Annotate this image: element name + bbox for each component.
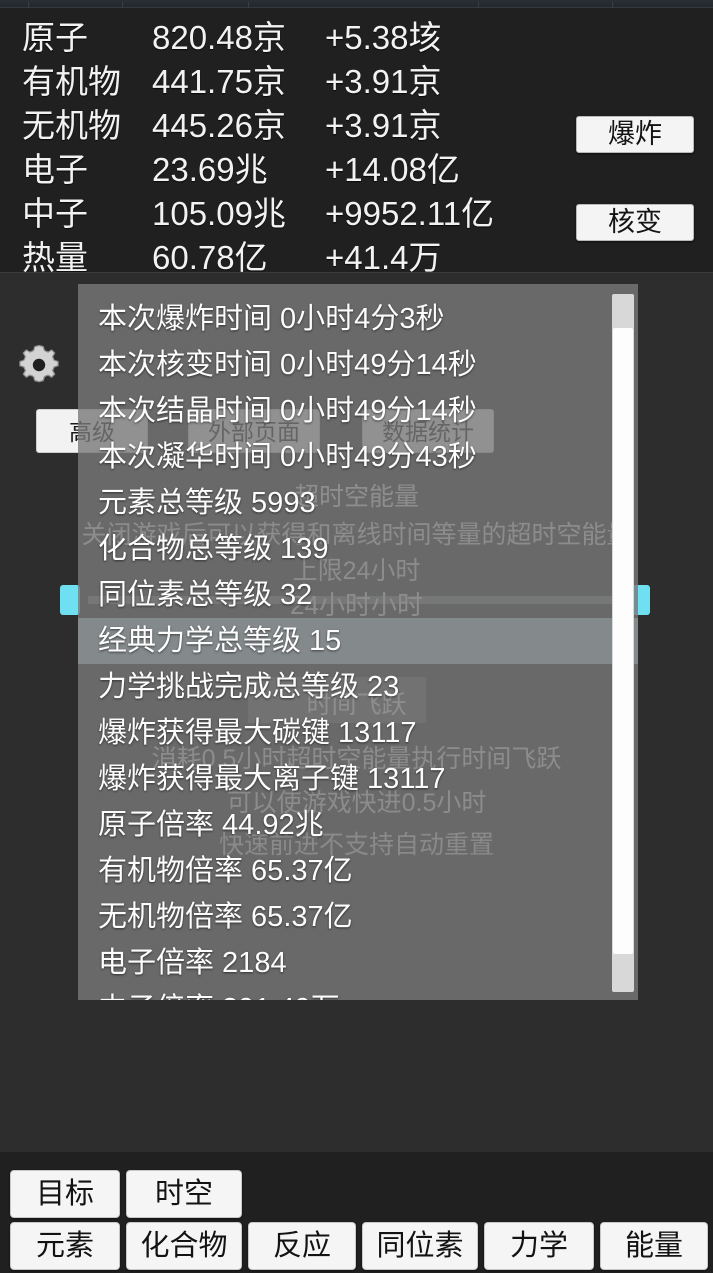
nav-primary-button-0[interactable]: 目标	[10, 1170, 120, 1218]
statistics-list-item[interactable]: 经典力学总等级 15	[78, 618, 638, 664]
popup-scrollbar-thumb[interactable]	[613, 328, 633, 954]
stat-rate: +3.91京	[325, 63, 442, 100]
stat-row: 电子 23.69兆 +14.08亿	[0, 148, 560, 192]
chrome-tick	[478, 2, 479, 8]
statistics-list-item[interactable]: 中子倍率 391.49万	[78, 986, 638, 1000]
nav-row-secondary: 元素 化合物 反应 同位素 力学 能量	[0, 1222, 713, 1270]
popup-scrollbar[interactable]	[612, 294, 634, 992]
statistics-list-item[interactable]: 同位素总等级 32	[78, 572, 638, 618]
statistics-popup: 本次爆炸时间 0小时4分3秒 本次核变时间 0小时49分14秒 本次结晶时间 0小时…	[78, 284, 638, 1000]
stat-name: 中子	[22, 195, 88, 232]
statistics-list-item[interactable]: 爆炸获得最大碳键 13117	[78, 710, 638, 756]
nav-row-primary: 目标 时空	[0, 1170, 713, 1218]
statistics-list-item[interactable]: 电子倍率 2184	[78, 940, 638, 986]
stat-row: 有机物 441.75京 +3.91京	[0, 60, 560, 104]
statistics-list-item[interactable]: 本次结晶时间 0小时49分14秒	[78, 388, 638, 434]
explode-button[interactable]: 爆炸	[576, 116, 694, 153]
nav-secondary-button-3[interactable]: 同位素	[362, 1222, 478, 1270]
stat-row: 中子 105.09兆 +9952.11亿	[0, 192, 560, 236]
browser-chrome-strip	[0, 0, 713, 8]
nav-primary-button-1[interactable]: 时空	[126, 1170, 242, 1218]
stat-rate: +5.38垓	[325, 19, 442, 56]
stat-value: 445.26京	[152, 107, 286, 144]
stat-name: 原子	[22, 19, 88, 56]
statistics-list-item[interactable]: 本次凝华时间 0小时49分43秒	[78, 434, 638, 480]
chrome-tick	[612, 2, 613, 8]
stat-value: 105.09兆	[152, 195, 286, 232]
statistics-list-item[interactable]: 爆炸获得最大离子键 13117	[78, 756, 638, 802]
stat-name: 电子	[22, 151, 88, 188]
chrome-tick	[122, 2, 123, 8]
nav-secondary-button-1[interactable]: 化合物	[126, 1222, 242, 1270]
statistics-list-item[interactable]: 力学挑战完成总等级 23	[78, 664, 638, 710]
statistics-list-item[interactable]: 元素总等级 5993	[78, 480, 638, 526]
nav-secondary-button-5[interactable]: 能量	[600, 1222, 708, 1270]
stat-name: 有机物	[22, 63, 121, 100]
nav-secondary-button-4[interactable]: 力学	[484, 1222, 594, 1270]
stat-rate: +9952.11亿	[325, 195, 495, 232]
stat-value: 441.75京	[152, 63, 286, 100]
statistics-list-item[interactable]: 化合物总等级 139	[78, 526, 638, 572]
stat-row: 无机物 445.26京 +3.91京	[0, 104, 560, 148]
statistics-list-item[interactable]: 无机物倍率 65.37亿	[78, 894, 638, 940]
gear-icon[interactable]	[16, 342, 62, 388]
statistics-list-item[interactable]: 本次核变时间 0小时49分14秒	[78, 342, 638, 388]
stat-name: 无机物	[22, 107, 121, 144]
stat-row: 原子 820.48京 +5.38垓	[0, 16, 560, 60]
statistics-list-item[interactable]: 原子倍率 44.92兆	[78, 802, 638, 848]
stat-rate: +14.08亿	[325, 151, 460, 188]
nav-secondary-button-0[interactable]: 元素	[10, 1222, 120, 1270]
statistics-list: 本次爆炸时间 0小时4分3秒 本次核变时间 0小时49分14秒 本次结晶时间 0小时…	[78, 296, 638, 1000]
stat-value: 820.48京	[152, 19, 286, 56]
chrome-tick	[248, 2, 249, 8]
fission-button[interactable]: 核变	[576, 204, 694, 241]
resource-stats-panel: 原子 820.48京 +5.38垓 有机物 441.75京 +3.91京 无机物 445.26…	[0, 16, 560, 280]
nav-secondary-button-2[interactable]: 反应	[248, 1222, 356, 1270]
app-root: 原子 820.48京 +5.38垓 有机物 441.75京 +3.91京 无机物 445.26…	[0, 0, 713, 1273]
statistics-list-item[interactable]: 有机物倍率 65.37亿	[78, 848, 638, 894]
stat-rate: +3.91京	[325, 107, 442, 144]
chrome-tick	[28, 2, 29, 8]
stat-value: 23.69兆	[152, 151, 268, 188]
statistics-list-item[interactable]: 本次爆炸时间 0小时4分3秒	[78, 296, 638, 342]
